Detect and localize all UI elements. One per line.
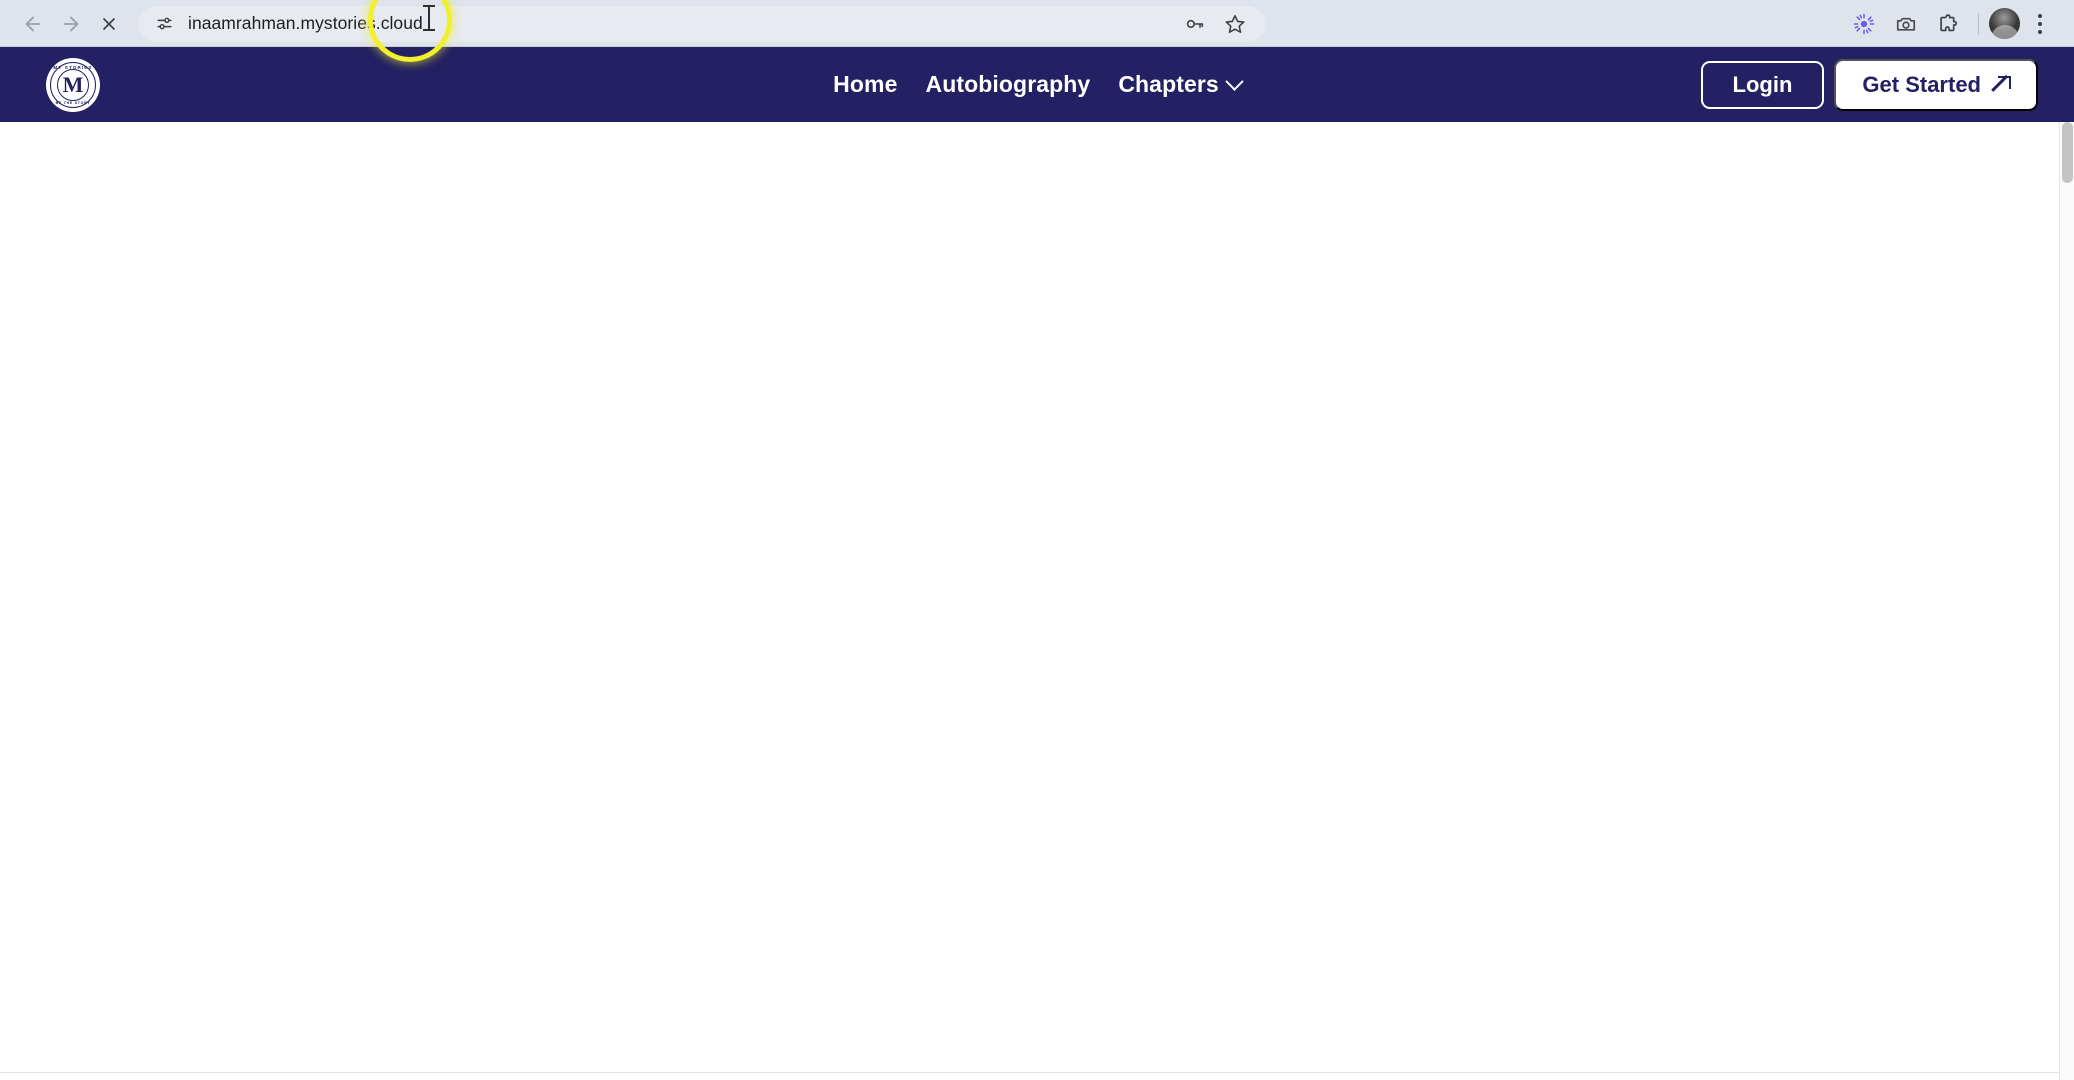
extensions-puzzle-icon[interactable] (1928, 4, 1968, 44)
page-content-area (0, 122, 2074, 1080)
nav-link-home[interactable]: Home (833, 71, 897, 98)
page-scrollbar[interactable] (2059, 122, 2074, 1080)
forward-button[interactable] (52, 5, 90, 43)
chrome-menu-button[interactable] (2022, 5, 2058, 43)
browser-toolbar: inaamrahman.mystories.cloud (0, 0, 2074, 47)
nav-link-autobiography-label: Autobiography (925, 71, 1091, 97)
tune-sliders-icon[interactable] (152, 12, 176, 36)
avatar[interactable] (1989, 8, 2020, 39)
nav-link-chapters-label: Chapters (1118, 71, 1219, 97)
arrow-up-right-icon (1993, 76, 2011, 93)
address-bar-url[interactable]: inaamrahman.mystories.cloud (188, 13, 423, 34)
navbar-actions: Login Get Started (1700, 58, 2038, 111)
login-button-label: Login (1732, 71, 1793, 97)
get-started-button-label: Get Started (1862, 71, 1981, 97)
sparkle-extension-icon[interactable] (1844, 4, 1884, 44)
password-key-icon[interactable] (1178, 7, 1212, 41)
logo-arc-bottom-text: BE THE STORY (55, 100, 91, 105)
login-button[interactable]: Login (1700, 60, 1825, 109)
logo-letter: M (62, 71, 84, 97)
scrollbar-thumb[interactable] (2062, 122, 2073, 183)
site-logo[interactable]: MY STORIES M BE THE STORY (46, 57, 100, 112)
screenshot-camera-icon[interactable] (1886, 4, 1926, 44)
nav-link-chapters[interactable]: Chapters (1118, 71, 1244, 98)
nav-link-autobiography[interactable]: Autobiography (925, 71, 1090, 98)
back-button[interactable] (14, 5, 52, 43)
page-viewport: MY STORIES M BE THE STORY Home Autobiogr… (0, 47, 2074, 1080)
nav-link-home-label: Home (833, 71, 898, 97)
page-bottom-divider (0, 1072, 2059, 1073)
toolbar-divider (1978, 12, 1979, 35)
bookmark-star-icon[interactable] (1218, 7, 1252, 41)
stop-loading-button[interactable] (90, 5, 128, 43)
site-navbar: MY STORIES M BE THE STORY Home Autobiogr… (0, 47, 2074, 122)
browser-extensions-area (1844, 4, 2060, 44)
address-bar[interactable]: inaamrahman.mystories.cloud (138, 5, 1266, 42)
primary-navigation: Home Autobiography Chapters (757, 71, 1317, 98)
logo-arc-top-text: MY STORIES (53, 64, 93, 70)
chevron-down-icon (1225, 72, 1244, 91)
get-started-button[interactable]: Get Started (1834, 58, 2038, 111)
